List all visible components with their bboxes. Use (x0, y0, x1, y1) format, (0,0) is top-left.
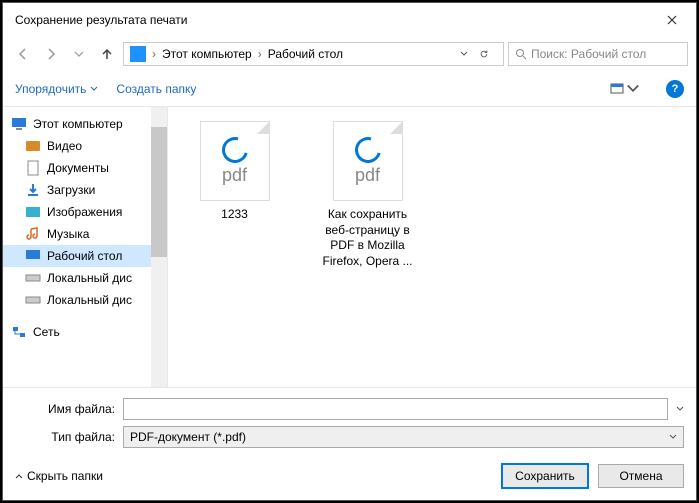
chevron-up-icon (15, 472, 23, 480)
disk-icon (25, 270, 41, 286)
tree-item-downloads[interactable]: Загрузки (3, 179, 167, 201)
documents-icon (25, 160, 41, 176)
refresh-button[interactable] (475, 45, 493, 63)
recent-button[interactable] (67, 42, 91, 66)
close-button[interactable] (660, 8, 684, 32)
cancel-button[interactable]: Отмена (598, 464, 684, 488)
organize-button[interactable]: Упорядочить (15, 82, 98, 96)
filename-input[interactable] (130, 402, 661, 416)
tree-item-localdisk-1[interactable]: Локальный дис (3, 267, 167, 289)
folder-tree: Этот компьютер Видео Документы Загрузки … (3, 107, 168, 387)
footer: Скрыть папки Сохранить Отмена (3, 456, 696, 500)
view-icon (610, 82, 624, 96)
pc-icon (11, 116, 27, 132)
filename-field[interactable] (123, 398, 668, 420)
dialog-title: Сохранение результата печати (15, 13, 187, 27)
chevron-down-icon (676, 405, 684, 413)
titlebar: Сохранение результата печати (3, 3, 696, 37)
file-name: 1233 (221, 207, 248, 223)
pc-icon (130, 46, 146, 62)
address-bar[interactable]: › Этот компьютер › Рабочий стол (123, 42, 504, 66)
chevron-down-icon (626, 82, 640, 96)
tree-item-images[interactable]: Изображения (3, 201, 167, 223)
edge-icon (217, 132, 253, 168)
disk-icon (25, 292, 41, 308)
pdf-file-icon: pdf (333, 121, 403, 201)
scrollbar-thumb[interactable] (151, 127, 167, 257)
toolbar: Упорядочить Создать папку ? (3, 71, 696, 107)
file-item[interactable]: pdf Как сохранить веб-страницу в PDF в M… (315, 121, 420, 269)
tree-item-music[interactable]: Музыка (3, 223, 167, 245)
back-button[interactable] (11, 42, 35, 66)
arrow-left-icon (16, 47, 30, 61)
tree-scrollbar[interactable] (151, 107, 167, 387)
dialog-body: Этот компьютер Видео Документы Загрузки … (3, 107, 696, 388)
search-input[interactable]: Поиск: Рабочий стол (508, 42, 688, 66)
search-icon (515, 48, 527, 60)
filetype-field[interactable]: PDF-документ (*.pdf) (123, 426, 684, 448)
help-button[interactable]: ? (666, 80, 684, 98)
file-list: pdf 1233 pdf Как сохранить веб-страницу … (168, 107, 696, 387)
tree-item-localdisk-2[interactable]: Локальный дис (3, 289, 167, 311)
tree-item-documents[interactable]: Документы (3, 157, 167, 179)
arrow-right-icon (44, 47, 58, 61)
chevron-down-icon (90, 85, 98, 93)
music-icon (25, 226, 41, 242)
save-button[interactable]: Сохранить (502, 464, 588, 488)
filename-dropdown[interactable] (676, 402, 684, 416)
save-dialog: Сохранение результата печати › Этот комп… (2, 2, 697, 501)
tree-item-desktop[interactable]: Рабочий стол (3, 245, 167, 267)
view-button[interactable] (610, 82, 640, 96)
images-icon (25, 204, 41, 220)
file-name: Как сохранить веб-страницу в PDF в Mozil… (315, 207, 420, 269)
desktop-icon (25, 248, 41, 264)
breadcrumb-desktop[interactable]: Рабочий стол (264, 47, 347, 61)
chevron-down-icon[interactable] (459, 49, 469, 59)
up-button[interactable] (95, 42, 119, 66)
downloads-icon (25, 182, 41, 198)
network-icon (11, 324, 27, 340)
chevron-right-icon: › (256, 47, 264, 61)
tree-item-video[interactable]: Видео (3, 135, 167, 157)
form-area: Имя файла: Тип файла: PDF-документ (*.pd… (3, 388, 696, 456)
edge-icon (350, 132, 386, 168)
refresh-icon (479, 49, 489, 59)
pdf-file-icon: pdf (200, 121, 270, 201)
filetype-label: Тип файла: (15, 430, 115, 444)
chevron-down-icon (72, 47, 86, 61)
hide-folders-button[interactable]: Скрыть папки (15, 469, 103, 483)
tree-network[interactable]: Сеть (3, 321, 167, 343)
close-icon (667, 15, 677, 25)
file-item[interactable]: pdf 1233 (182, 121, 287, 223)
nav-bar: › Этот компьютер › Рабочий стол Поиск: Р… (3, 37, 696, 71)
filename-label: Имя файла: (15, 402, 115, 416)
breadcrumb-pc[interactable]: Этот компьютер (158, 47, 256, 61)
tree-root[interactable]: Этот компьютер (3, 113, 167, 135)
chevron-down-icon (669, 433, 677, 441)
chevron-right-icon: › (150, 47, 158, 61)
new-folder-button[interactable]: Создать папку (116, 82, 196, 96)
search-placeholder: Поиск: Рабочий стол (531, 47, 646, 61)
video-icon (25, 138, 41, 154)
forward-button[interactable] (39, 42, 63, 66)
arrow-up-icon (100, 47, 114, 61)
